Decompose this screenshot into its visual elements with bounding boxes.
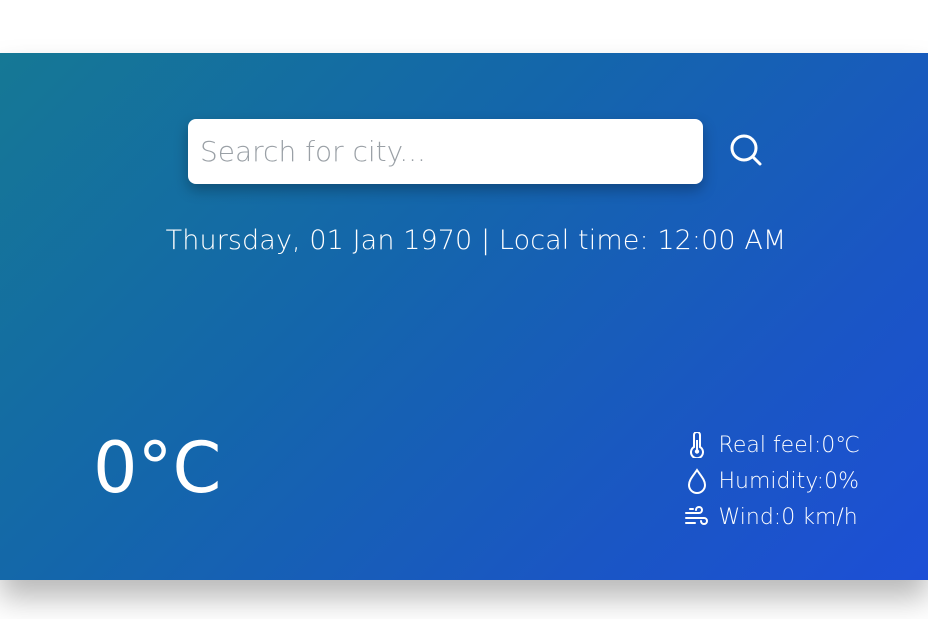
weather-card: Thursday, 01 Jan 1970 | Local time: 12:0… (0, 53, 928, 580)
wind-icon (683, 506, 711, 528)
detail-real-feel: Real feel: 0℃ (683, 427, 860, 463)
wind-label: Wind: (718, 504, 782, 530)
search-icon (729, 133, 763, 171)
real-feel-label: Real feel: (718, 432, 822, 458)
search-button[interactable] (727, 133, 765, 171)
city-search-input[interactable] (188, 119, 703, 184)
page: Thursday, 01 Jan 1970 | Local time: 12:0… (0, 0, 928, 619)
date-time-label: Thursday, 01 Jan 1970 | Local time: 12:0… (165, 225, 787, 256)
detail-wind: Wind: 0 km/h (683, 499, 860, 535)
humidity-value: 0% (824, 468, 859, 494)
temperature-value: 0°C (93, 427, 222, 509)
humidity-label: Humidity: (718, 468, 825, 494)
weather-details: Real feel: 0℃ Humidity: 0% Wind: 0 km/h (683, 427, 860, 535)
real-feel-value: 0℃ (821, 432, 860, 458)
droplet-icon (683, 468, 711, 494)
detail-humidity: Humidity: 0% (683, 463, 860, 499)
search-bar (188, 119, 765, 184)
wind-value: 0 km/h (781, 504, 858, 530)
thermometer-icon (683, 432, 711, 458)
